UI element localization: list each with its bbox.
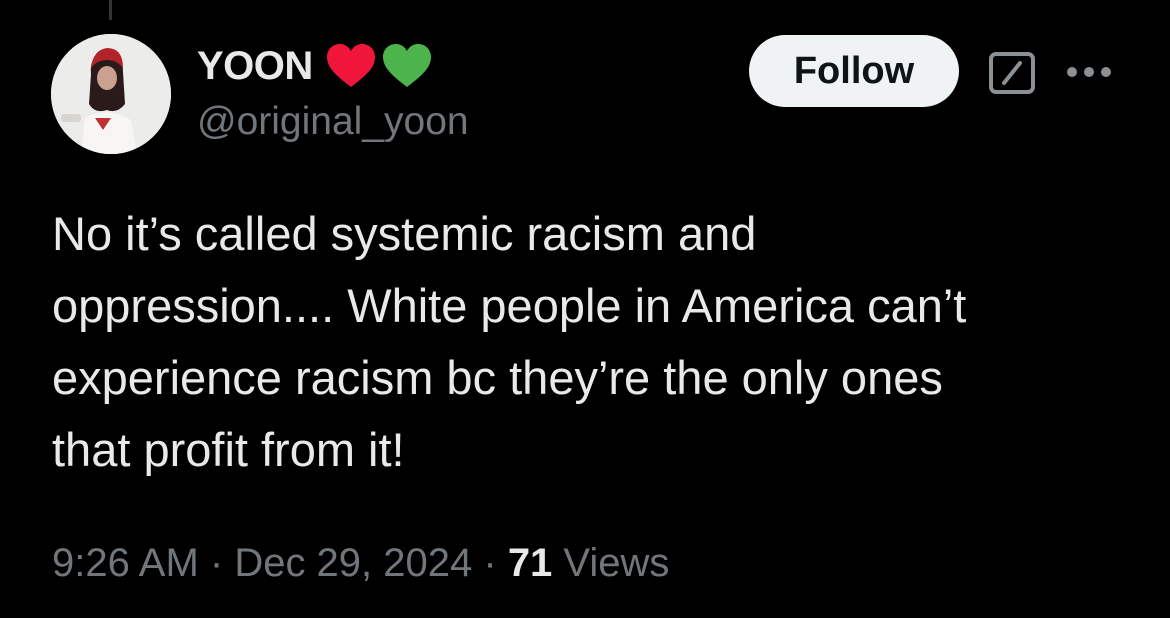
tweet-time[interactable]: 9:26 AM [52,541,199,586]
grok-icon[interactable] [988,51,1036,95]
green-heart-icon [382,44,431,87]
avatar[interactable] [51,34,171,154]
more-icon[interactable] [1064,52,1114,92]
more-dots-icon [1067,67,1111,77]
tweet-meta: 9:26 AM · Dec 29, 2024 · 71 Views [52,535,669,591]
views-count: 71 [507,540,553,585]
thread-connector-line [109,0,112,20]
follow-button[interactable]: Follow [749,35,959,107]
meta-separator: · [472,540,508,585]
meta-separator: · [198,540,235,585]
author-handle[interactable]: @original_yoon [197,100,469,144]
tweet-text: No it’s called systemic racism and oppre… [52,207,967,476]
tweet-date[interactable]: Dec 29, 2024 [234,541,472,586]
author-name-row: YOON [197,40,433,92]
display-name[interactable]: YOON [197,44,313,89]
red-heart-icon [326,44,375,87]
avatar-image [51,34,171,154]
views-label: Views [552,540,670,585]
